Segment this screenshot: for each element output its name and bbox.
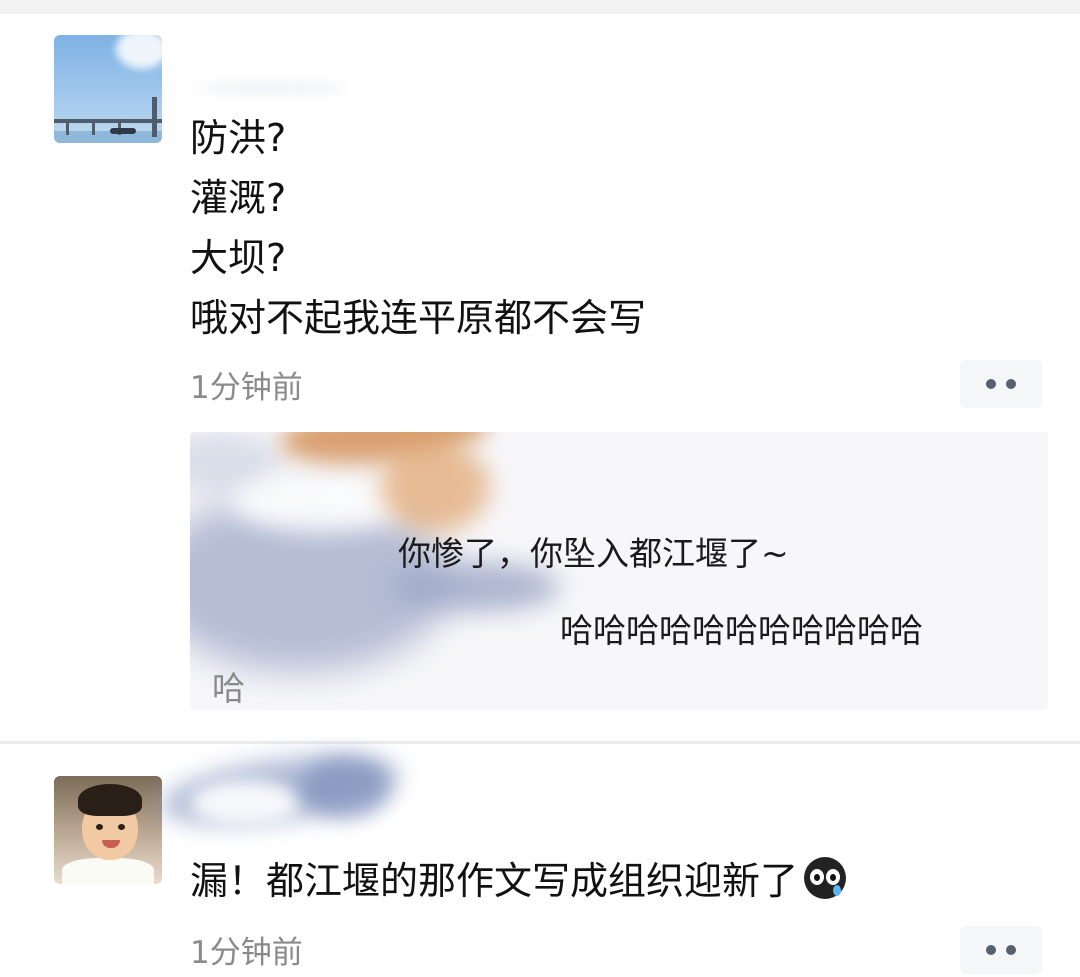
comment-timestamp: 1分钟前 [190, 935, 303, 971]
reply-text-laugh-end: 哈 [212, 669, 245, 708]
avatar[interactable] [54, 35, 162, 143]
dot-icon [986, 379, 996, 389]
dot-icon [1006, 379, 1016, 389]
avatar-boat [110, 128, 136, 134]
reply-box[interactable]: 你惨了，你坠入都江堰了~ 哈哈哈哈哈哈哈哈哈哈哈 哈 [190, 432, 1048, 710]
avatar-bridge [54, 119, 162, 123]
emoji-tear [833, 884, 842, 896]
top-divider [0, 0, 1080, 14]
avatar-hair [78, 784, 142, 816]
reply-text: 你惨了，你坠入都江堰了~ [398, 534, 789, 573]
comment-divider [0, 741, 1080, 744]
crying-face-icon [804, 856, 847, 899]
comment-text: 漏！都江堰的那作文写成组织迎新了 [190, 850, 847, 905]
dot-icon [1006, 945, 1016, 955]
more-options-button[interactable] [960, 926, 1042, 974]
emoji-eye [810, 868, 825, 885]
more-options-button[interactable] [960, 360, 1042, 408]
avatar-eye [118, 824, 125, 830]
reply-text-laugh: 哈哈哈哈哈哈哈哈哈哈哈 [560, 611, 923, 650]
avatar-bridge-pillar [66, 119, 69, 135]
blurred-username [190, 780, 300, 826]
blurred-username [300, 758, 390, 818]
emoji-eye [826, 868, 841, 885]
avatar-eye [96, 824, 103, 830]
avatar-shirt [62, 858, 154, 884]
comment-text-body: 漏！都江堰的那作文写成组织迎新了 [190, 859, 799, 903]
comment-text: 防洪? 灌溉? 大坝? 哦对不起我连平原都不会写 [190, 116, 647, 340]
blurred-redaction [380, 442, 490, 532]
dot-icon [986, 945, 996, 955]
avatar-bridge-tower [152, 97, 157, 137]
comment-timestamp: 1分钟前 [190, 370, 303, 406]
avatar[interactable] [54, 776, 162, 884]
avatar-cloud [116, 35, 162, 69]
avatar-sea [54, 131, 162, 143]
avatar-bridge-pillar [92, 119, 95, 135]
blurred-username[interactable] [196, 82, 346, 94]
